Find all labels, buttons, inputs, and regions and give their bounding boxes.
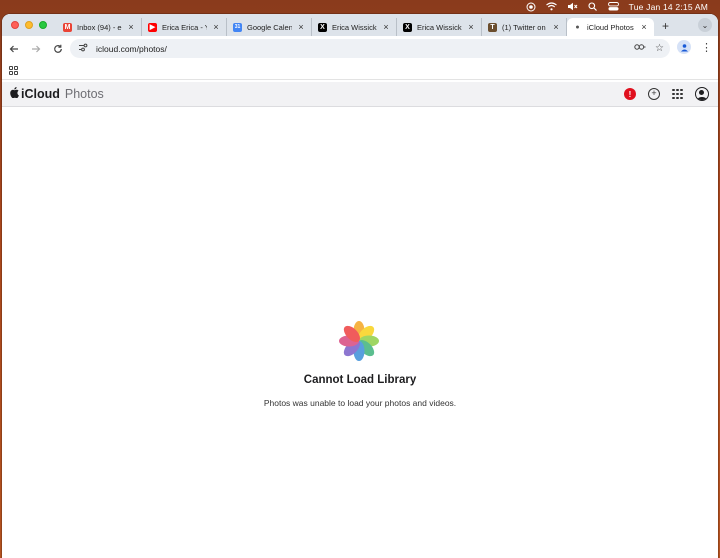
site-settings-icon[interactable] [78,43,88,54]
close-tab-icon[interactable]: × [297,22,305,32]
close-tab-icon[interactable]: × [127,22,135,32]
bookmark-star-icon[interactable]: ☆ [655,43,664,54]
browser-tab[interactable]: M Inbox (94) - e × [57,18,142,36]
tab-title: iCloud Photos [587,22,634,32]
browser-window: M Inbox (94) - e × ▶ Erica Erica - Y × 31 Googl… [2,14,718,558]
tab-title: Erica Wissick [417,22,462,32]
browser-toolbar: icloud.com/photos/ ☆ ⋮ [2,36,718,62]
browser-tab[interactable]: ● iCloud Photos × [567,18,654,36]
apple-icon: ● [575,23,580,31]
tab-title: Erica Wissick [332,22,377,32]
menubar-clock[interactable]: Tue Jan 14 2:15 AM [629,2,708,12]
bookmarks-bar [2,62,718,80]
x-icon: X [318,22,327,32]
screen-record-icon[interactable] [526,1,536,12]
add-icon[interactable]: + [648,88,660,100]
x-icon: X [403,22,412,32]
control-center-icon[interactable] [607,1,619,12]
forward-button[interactable] [26,39,46,59]
tab-strip: M Inbox (94) - e × ▶ Erica Erica - Y × 31 Googl… [2,14,718,36]
icloud-header: iCloud Photos ! + [2,82,718,107]
alert-icon[interactable]: ! [624,88,636,100]
browser-tab[interactable]: X Erica Wissick × [397,18,482,36]
tab-title: Google Calend [247,22,292,32]
photos-content: Cannot Load Library Photos was unable to… [2,108,718,558]
calendar-icon: 31 [233,22,242,32]
tab-title: (1) Twitter on [502,22,546,32]
youtube-icon: ▶ [148,22,157,32]
browser-menu-icon[interactable]: ⋮ [701,41,712,54]
error-message: Photos was unable to load your photos an… [263,398,457,408]
brand-name: iCloud [21,87,60,101]
macos-menubar: Tue Jan 14 2:15 AM [0,0,720,13]
close-tab-icon[interactable]: × [382,22,390,32]
tab-title: Erica Erica - Y [162,22,207,32]
traffic-lights [2,21,57,29]
close-tab-icon[interactable]: × [212,22,220,32]
minimize-window-button[interactable] [25,21,33,29]
wifi-icon[interactable] [545,1,557,12]
gmail-icon: M [63,22,72,32]
close-window-button[interactable] [11,21,19,29]
photos-flower-icon [339,321,379,361]
password-key-icon[interactable] [634,43,646,54]
close-tab-icon[interactable]: × [467,22,475,32]
app-name: Photos [64,87,104,101]
account-icon[interactable] [695,87,709,101]
mute-icon[interactable] [567,1,578,12]
new-tab-button[interactable]: + [662,19,669,33]
apps-shortcut-icon[interactable] [9,66,18,75]
apple-logo-icon [10,87,19,101]
spotlight-search-icon[interactable] [588,1,598,12]
close-tab-icon[interactable]: × [640,22,648,32]
tab-title: Inbox (94) - e [77,22,122,32]
icloud-photos-logo[interactable]: iCloud Photos [10,87,104,101]
app-launcher-icon[interactable] [672,88,683,100]
browser-tab[interactable]: ▶ Erica Erica - Y × [142,18,227,36]
tab-search-button[interactable]: ⌄ [698,18,712,32]
browser-tab[interactable]: X Erica Wissick × [312,18,397,36]
twitter-icon: T [488,22,497,32]
url-text[interactable]: icloud.com/photos/ [96,44,167,54]
browser-tab[interactable]: T (1) Twitter on × [482,18,567,36]
error-title: Cannot Load Library [303,374,417,386]
browser-tab[interactable]: 31 Google Calend × [227,18,312,36]
back-button[interactable] [4,39,24,59]
reload-button[interactable] [48,39,68,59]
profile-icon[interactable] [677,40,691,54]
close-tab-icon[interactable]: × [552,22,560,32]
address-bar[interactable]: icloud.com/photos/ ☆ [70,39,670,58]
zoom-window-button[interactable] [39,21,47,29]
